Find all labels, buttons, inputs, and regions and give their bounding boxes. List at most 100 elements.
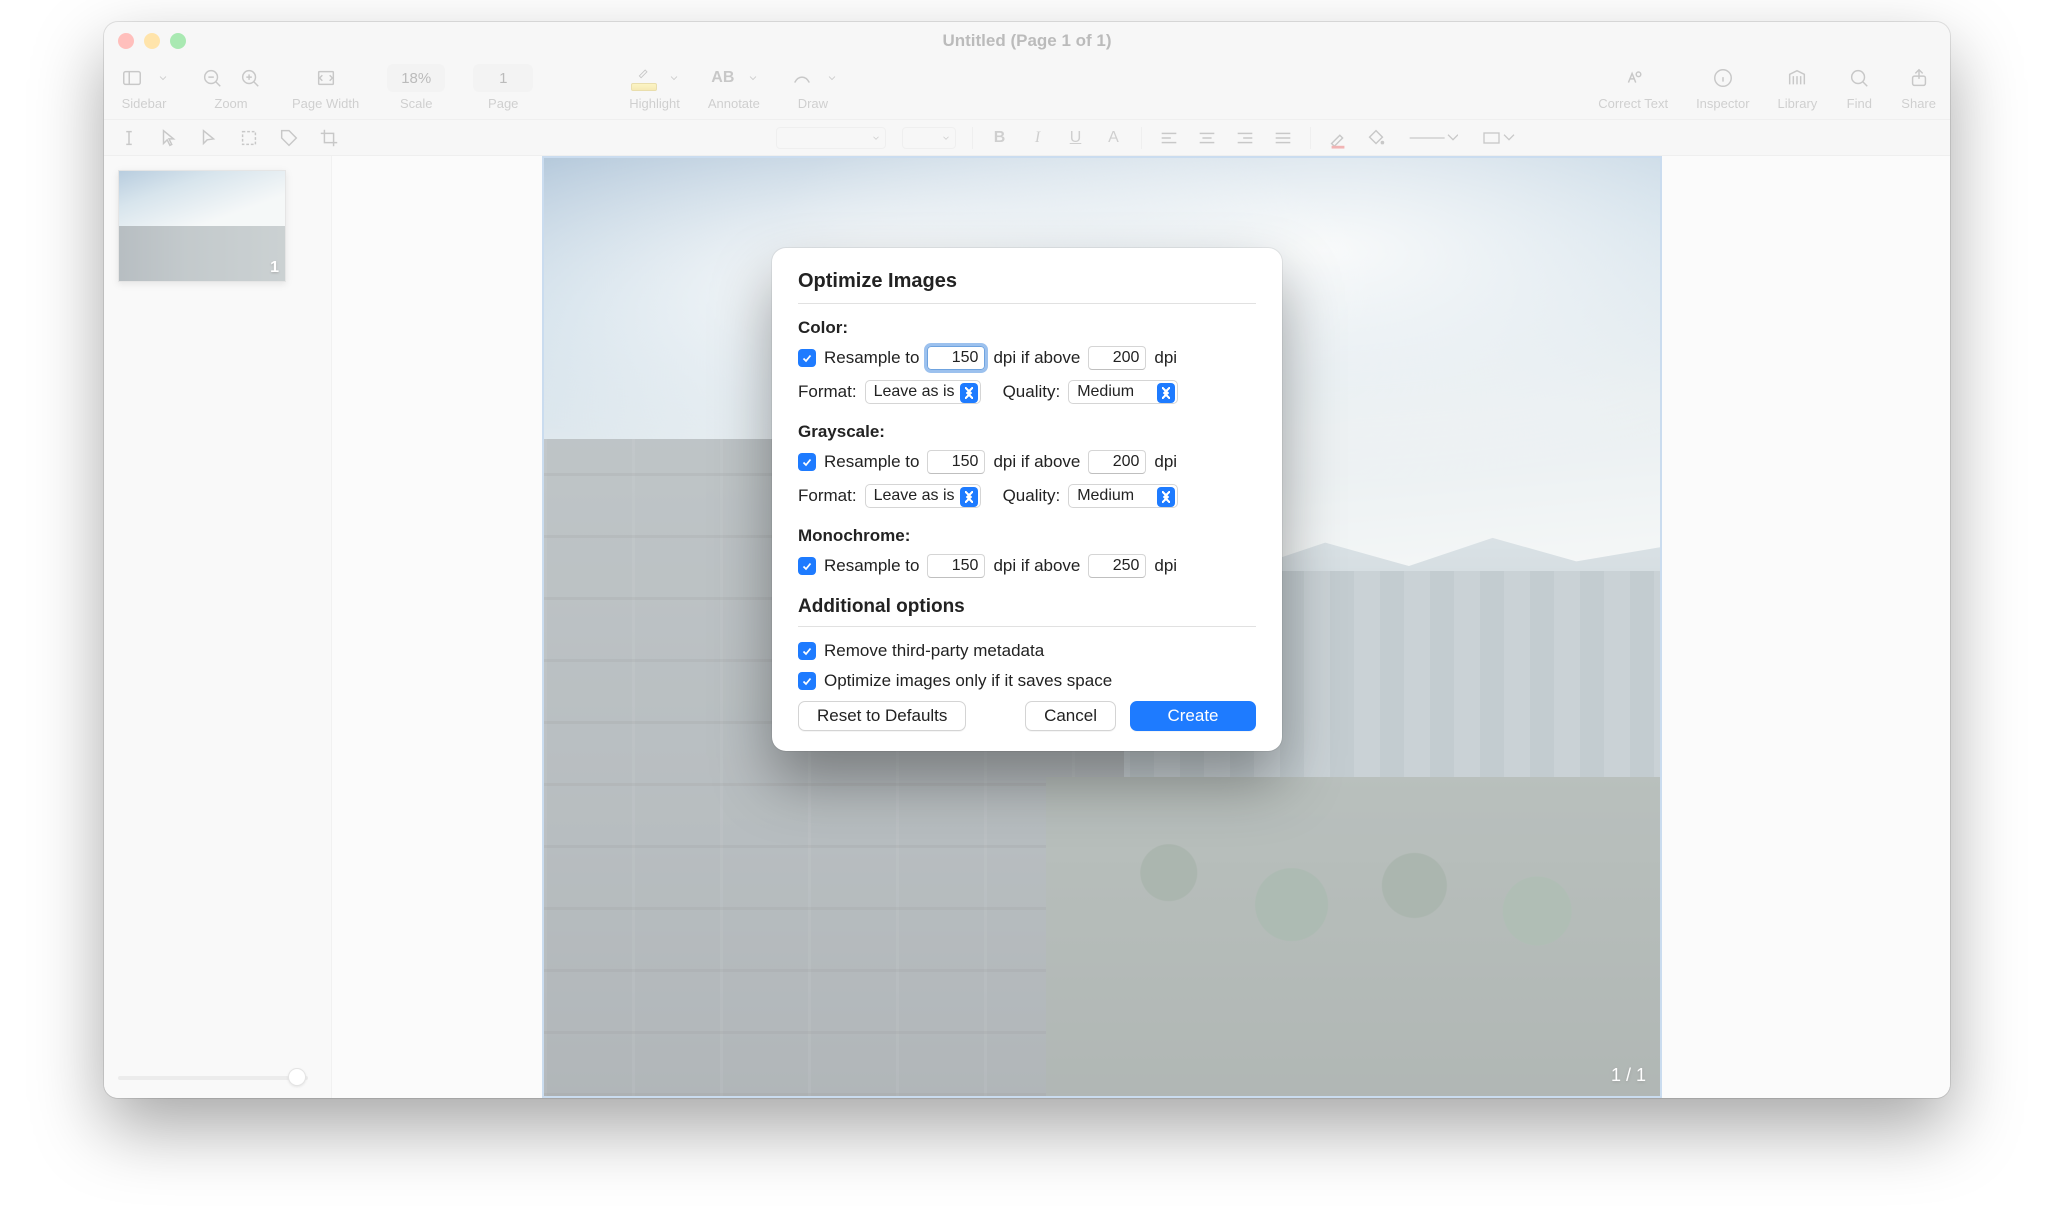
library-button[interactable] xyxy=(1783,64,1811,92)
inspector-button[interactable] xyxy=(1709,64,1737,92)
share-label: Share xyxy=(1901,96,1936,111)
highlight-button[interactable] xyxy=(630,64,658,92)
optimize-space-label: Optimize images only if it saves space xyxy=(824,671,1112,691)
color-mid-label: dpi if above xyxy=(993,348,1080,368)
annotate-group: AB Annotate xyxy=(708,62,760,111)
monochrome-resample-label: Resample to xyxy=(824,556,919,576)
underline-button[interactable]: U xyxy=(1065,127,1087,149)
text-color-button[interactable]: A xyxy=(1103,127,1125,149)
highlight-color-swatch xyxy=(631,83,657,91)
slider-knob[interactable] xyxy=(288,1068,306,1086)
dialog-button-row: Reset to Defaults Cancel Create xyxy=(798,701,1256,731)
color-quality-select[interactable]: Medium xyxy=(1068,380,1178,404)
color-format-label: Format: xyxy=(798,382,857,402)
reset-to-defaults-button[interactable]: Reset to Defaults xyxy=(798,701,966,731)
chevron-down-icon[interactable] xyxy=(668,64,680,92)
shape-button[interactable] xyxy=(1479,127,1519,149)
align-center-button[interactable] xyxy=(1196,127,1218,149)
align-justify-button[interactable] xyxy=(1272,127,1294,149)
library-label: Library xyxy=(1778,96,1818,111)
zoom-out-button[interactable] xyxy=(198,64,226,92)
grayscale-dpi-target-input[interactable]: 150 xyxy=(927,450,985,474)
grayscale-mid-label: dpi if above xyxy=(993,452,1080,472)
find-label: Find xyxy=(1847,96,1872,111)
thumbnail-sidebar: 1 xyxy=(104,156,332,1098)
color-resample-checkbox[interactable] xyxy=(798,349,816,367)
text-cursor-icon[interactable] xyxy=(118,127,140,149)
grayscale-quality-select[interactable]: Medium xyxy=(1068,484,1178,508)
select-cursor-icon[interactable] xyxy=(198,127,220,149)
correct-text-group: Correct Text xyxy=(1598,62,1668,111)
thumbnail-zoom-slider[interactable] xyxy=(118,1068,308,1086)
page-width-group: Page Width xyxy=(292,62,359,111)
monochrome-heading: Monochrome: xyxy=(798,526,1256,546)
monochrome-resample-checkbox[interactable] xyxy=(798,557,816,575)
zoom-in-button[interactable] xyxy=(236,64,264,92)
sidebar-toggle-button[interactable] xyxy=(118,64,146,92)
grayscale-format-select[interactable]: Leave as is xyxy=(865,484,981,508)
sidebar-toggle-group: Sidebar xyxy=(118,62,170,111)
correct-text-button[interactable] xyxy=(1619,64,1647,92)
main-toolbar: Sidebar Zoom Page Width 18% Scale 1 Page xyxy=(104,60,1950,120)
share-button[interactable] xyxy=(1905,64,1933,92)
find-button[interactable] xyxy=(1845,64,1873,92)
chevron-down-icon[interactable] xyxy=(156,64,170,92)
crop-icon[interactable] xyxy=(318,127,340,149)
tag-icon[interactable] xyxy=(278,127,300,149)
arrow-cursor-icon[interactable] xyxy=(158,127,180,149)
create-button[interactable]: Create xyxy=(1130,701,1256,731)
align-left-button[interactable] xyxy=(1158,127,1180,149)
library-group: Library xyxy=(1778,62,1818,111)
monochrome-dpi-threshold-input[interactable]: 250 xyxy=(1088,554,1146,578)
optimize-images-dialog: Optimize Images Color: Resample to 150 d… xyxy=(772,248,1282,751)
grayscale-resample-label: Resample to xyxy=(824,452,919,472)
line-style-button[interactable] xyxy=(1403,127,1463,149)
annotate-button[interactable]: AB xyxy=(709,64,737,92)
draw-label: Draw xyxy=(798,96,828,111)
chevron-down-icon[interactable] xyxy=(747,64,759,92)
color-format-select[interactable]: Leave as is xyxy=(865,380,981,404)
italic-button[interactable]: I xyxy=(1027,127,1049,149)
titlebar: Untitled (Page 1 of 1) xyxy=(104,22,1950,60)
align-right-button[interactable] xyxy=(1234,127,1256,149)
thumbnail-page-number: 1 xyxy=(270,259,279,277)
scale-label: Scale xyxy=(400,96,433,111)
stage: { "window": { "title": "Untitled (Page 1… xyxy=(0,0,2048,1221)
page-group: 1 Page xyxy=(473,62,533,111)
color-quality-label: Quality: xyxy=(1003,382,1061,402)
app-window: Untitled (Page 1 of 1) Sidebar Zoom xyxy=(104,22,1950,1098)
chevron-down-icon[interactable] xyxy=(826,64,838,92)
scale-group: 18% Scale xyxy=(387,62,445,111)
remove-metadata-label: Remove third-party metadata xyxy=(824,641,1044,661)
optimize-space-checkbox[interactable] xyxy=(798,672,816,690)
annotate-label: Annotate xyxy=(708,96,760,111)
cancel-button[interactable]: Cancel xyxy=(1025,701,1116,731)
monochrome-dpi-target-input[interactable]: 150 xyxy=(927,554,985,578)
draw-button[interactable] xyxy=(788,64,816,92)
color-resample-label: Resample to xyxy=(824,348,919,368)
zoom-group: Zoom xyxy=(198,62,264,111)
highlight-group: Highlight xyxy=(629,62,680,111)
dialog-title: Optimize Images xyxy=(798,270,1256,304)
scale-field[interactable]: 18% xyxy=(387,64,445,92)
marquee-select-icon[interactable] xyxy=(238,127,260,149)
bold-button[interactable]: B xyxy=(989,127,1011,149)
color-dpi-target-input[interactable]: 150 xyxy=(927,346,985,370)
grayscale-dpi-suffix: dpi xyxy=(1154,452,1177,472)
font-select[interactable] xyxy=(776,127,886,149)
grayscale-resample-checkbox[interactable] xyxy=(798,453,816,471)
page-thumbnail[interactable]: 1 xyxy=(118,170,286,282)
color-dpi-threshold-input[interactable]: 200 xyxy=(1088,346,1146,370)
remove-metadata-checkbox[interactable] xyxy=(798,642,816,660)
fill-color-button[interactable] xyxy=(1365,127,1387,149)
stroke-color-button[interactable] xyxy=(1327,127,1349,149)
inspector-group: Inspector xyxy=(1696,62,1749,111)
highlight-label: Highlight xyxy=(629,96,680,111)
font-size-select[interactable] xyxy=(902,127,956,149)
format-toolbar: B I U A xyxy=(104,120,1950,156)
grayscale-quality-label: Quality: xyxy=(1003,486,1061,506)
grayscale-dpi-threshold-input[interactable]: 200 xyxy=(1088,450,1146,474)
page-field[interactable]: 1 xyxy=(473,64,533,92)
page-width-button[interactable] xyxy=(312,64,340,92)
find-group: Find xyxy=(1845,62,1873,111)
